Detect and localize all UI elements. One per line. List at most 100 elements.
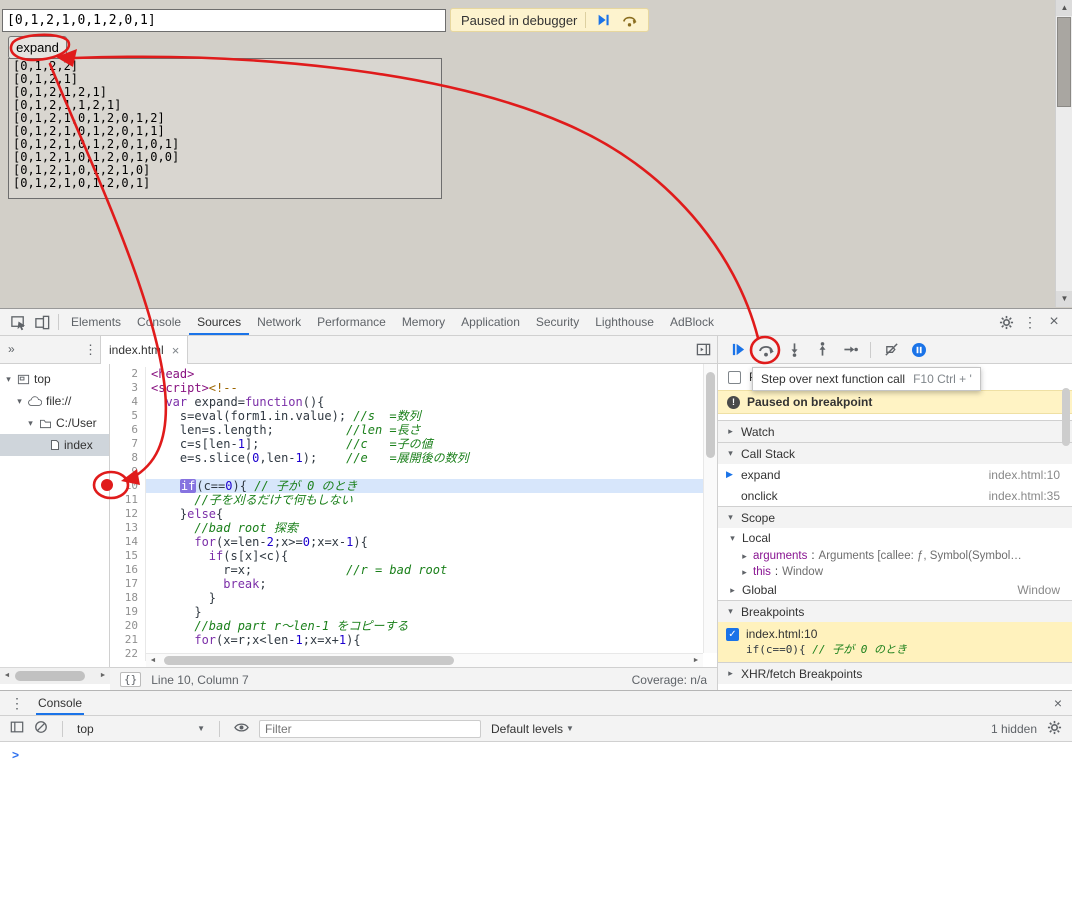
console-settings-button[interactable]: [1047, 720, 1062, 738]
tab-console[interactable]: Console: [129, 310, 189, 335]
step-button[interactable]: [838, 338, 862, 362]
scroll-right-button[interactable]: ►: [689, 654, 703, 667]
line-number[interactable]: 13: [110, 521, 146, 535]
clear-console-button[interactable]: [34, 720, 48, 737]
code-line[interactable]: 4 var expand=function(){: [110, 395, 703, 409]
tab-memory[interactable]: Memory: [394, 310, 453, 335]
navigator-hscrollbar[interactable]: ◄ ►: [0, 667, 110, 684]
code-line[interactable]: 19 }: [110, 605, 703, 619]
code-line[interactable]: 9: [110, 465, 703, 479]
step-into-button[interactable]: [782, 338, 806, 362]
code-line[interactable]: 17 break;: [110, 577, 703, 591]
scroll-left-button[interactable]: ◄: [0, 668, 14, 684]
devtools-close-button[interactable]: ×: [1042, 310, 1066, 334]
tab-console-drawer[interactable]: Console: [36, 692, 84, 715]
navigator-item-index[interactable]: index: [0, 434, 109, 456]
tree-caret-icon[interactable]: ▾: [26, 418, 35, 429]
tab-network[interactable]: Network: [249, 310, 309, 335]
tab-sources[interactable]: Sources: [189, 310, 249, 335]
line-number[interactable]: 3: [110, 381, 146, 395]
console-filter-input[interactable]: [259, 720, 481, 738]
scope-global-row[interactable]: ▸ Global Window: [718, 580, 1072, 600]
inspect-element-button[interactable]: [6, 310, 30, 334]
line-number[interactable]: 5: [110, 409, 146, 423]
breakpoint-item[interactable]: ✓index.html:10if(c==0){ // 子が 0 のとき: [718, 622, 1072, 662]
tab-application[interactable]: Application: [453, 310, 528, 335]
scroll-up-button[interactable]: ▲: [1056, 0, 1072, 16]
step-over-button[interactable]: [754, 338, 778, 362]
breakpoints-section-header[interactable]: ▾ Breakpoints: [718, 600, 1072, 622]
scroll-down-button[interactable]: ▼: [1056, 291, 1072, 307]
code-line[interactable]: 11 //子を刈るだけで何もしない: [110, 493, 703, 507]
banner-step-over-button[interactable]: [620, 11, 638, 29]
code-line[interactable]: 6 len=s.length; //len =長さ: [110, 423, 703, 437]
code-line[interactable]: 5 s=eval(form1.in.value); //s =数列: [110, 409, 703, 423]
tab-performance[interactable]: Performance: [309, 310, 394, 335]
scope-section-header[interactable]: ▾ Scope: [718, 506, 1072, 528]
file-tab-close-icon[interactable]: ×: [172, 343, 180, 358]
pause-on-exceptions-button[interactable]: [907, 338, 931, 362]
scope-entry[interactable]: ▸arguments: Arguments [callee: ƒ, Symbol…: [718, 548, 1072, 564]
file-tab-index-html[interactable]: index.html ×: [100, 336, 188, 364]
call-stack-frame[interactable]: onclickindex.html:35: [718, 485, 1072, 506]
code-line[interactable]: 21 for(x=r;x<len-1;x=x+1){: [110, 633, 703, 647]
scroll-thumb[interactable]: [706, 372, 715, 458]
sources-menu-button[interactable]: ⋮: [84, 342, 97, 358]
drawer-close-button[interactable]: ×: [1054, 695, 1062, 711]
step-out-button[interactable]: [810, 338, 834, 362]
line-number[interactable]: 9: [110, 465, 146, 479]
more-panes-button[interactable]: »: [8, 342, 15, 356]
expand-button[interactable]: expand: [8, 36, 67, 59]
code-line[interactable]: 16 r=x; //r = bad root: [110, 563, 703, 577]
watch-section-header[interactable]: ▸ Watch: [718, 420, 1072, 442]
tab-lighthouse[interactable]: Lighthouse: [587, 310, 662, 335]
code-line[interactable]: 10 if(c==0){ // 子が 0 のとき: [110, 479, 703, 493]
resume-button[interactable]: [726, 338, 750, 362]
line-number[interactable]: 11: [110, 493, 146, 507]
sidebar-scroll-thumb[interactable]: [1062, 388, 1070, 446]
output-textarea[interactable]: [0,1,2,2] [0,1,2,1] [0,1,2,1,2,1] [0,1,2…: [8, 58, 442, 199]
scroll-thumb[interactable]: [1057, 17, 1071, 107]
navigator-item-c-user[interactable]: ▾C:/User: [0, 412, 109, 434]
line-number[interactable]: 15: [110, 549, 146, 563]
scroll-thumb[interactable]: [15, 671, 85, 681]
line-number[interactable]: 17: [110, 577, 146, 591]
scroll-left-button[interactable]: ◄: [146, 654, 160, 667]
device-toolbar-button[interactable]: [30, 310, 54, 334]
scroll-right-button[interactable]: ►: [96, 668, 110, 684]
line-number[interactable]: 12: [110, 507, 146, 521]
drawer-menu-button[interactable]: ⋮: [10, 695, 24, 712]
tab-adblock[interactable]: AdBlock: [662, 310, 722, 335]
line-number[interactable]: 20: [110, 619, 146, 633]
line-number[interactable]: 18: [110, 591, 146, 605]
editor-hscrollbar[interactable]: ◄ ►: [146, 653, 703, 667]
page-scrollbar[interactable]: ▲ ▼: [1055, 0, 1072, 307]
code-line[interactable]: 12 }else{: [110, 507, 703, 521]
code-line[interactable]: 3<script><!--: [110, 381, 703, 395]
devtools-more-options-button[interactable]: ⋮: [1018, 310, 1042, 334]
live-expression-button[interactable]: [234, 720, 249, 738]
resume-script-button[interactable]: [594, 11, 612, 29]
xhr-breakpoints-section-header[interactable]: ▸ XHR/fetch Breakpoints: [718, 662, 1072, 684]
code-line[interactable]: 8 e=s.slice(0,len-1); //e =展開後の数列: [110, 451, 703, 465]
tab-security[interactable]: Security: [528, 310, 587, 335]
pretty-print-button[interactable]: {}: [120, 672, 141, 687]
editor-vscrollbar[interactable]: [703, 364, 717, 653]
default-levels-selector[interactable]: Default levels ▼: [491, 722, 574, 736]
navigator-toggle-button[interactable]: [696, 342, 711, 360]
code-line[interactable]: 14 for(x=len-2;x>=0;x=x-1){: [110, 535, 703, 549]
line-number[interactable]: 14: [110, 535, 146, 549]
line-number[interactable]: 7: [110, 437, 146, 451]
code-editor[interactable]: 2<head>3<script><!--4 var expand=functio…: [110, 364, 717, 667]
navigator-item-top[interactable]: ▾top: [0, 368, 109, 390]
code-line[interactable]: 20 //bad part r〜len-1 をコピーする: [110, 619, 703, 633]
scope-local-row[interactable]: ▾ Local: [718, 528, 1072, 548]
line-number[interactable]: 19: [110, 605, 146, 619]
tree-caret-icon[interactable]: ▾: [4, 374, 13, 385]
console-prompt[interactable]: >: [0, 742, 1072, 762]
line-number[interactable]: 22: [110, 647, 146, 661]
tree-caret-icon[interactable]: ▾: [15, 396, 24, 407]
call-stack-frame[interactable]: ▶expandindex.html:10: [718, 464, 1072, 485]
pause-on-caught-checkbox[interactable]: [728, 371, 741, 384]
devtools-settings-button[interactable]: [994, 310, 1018, 334]
